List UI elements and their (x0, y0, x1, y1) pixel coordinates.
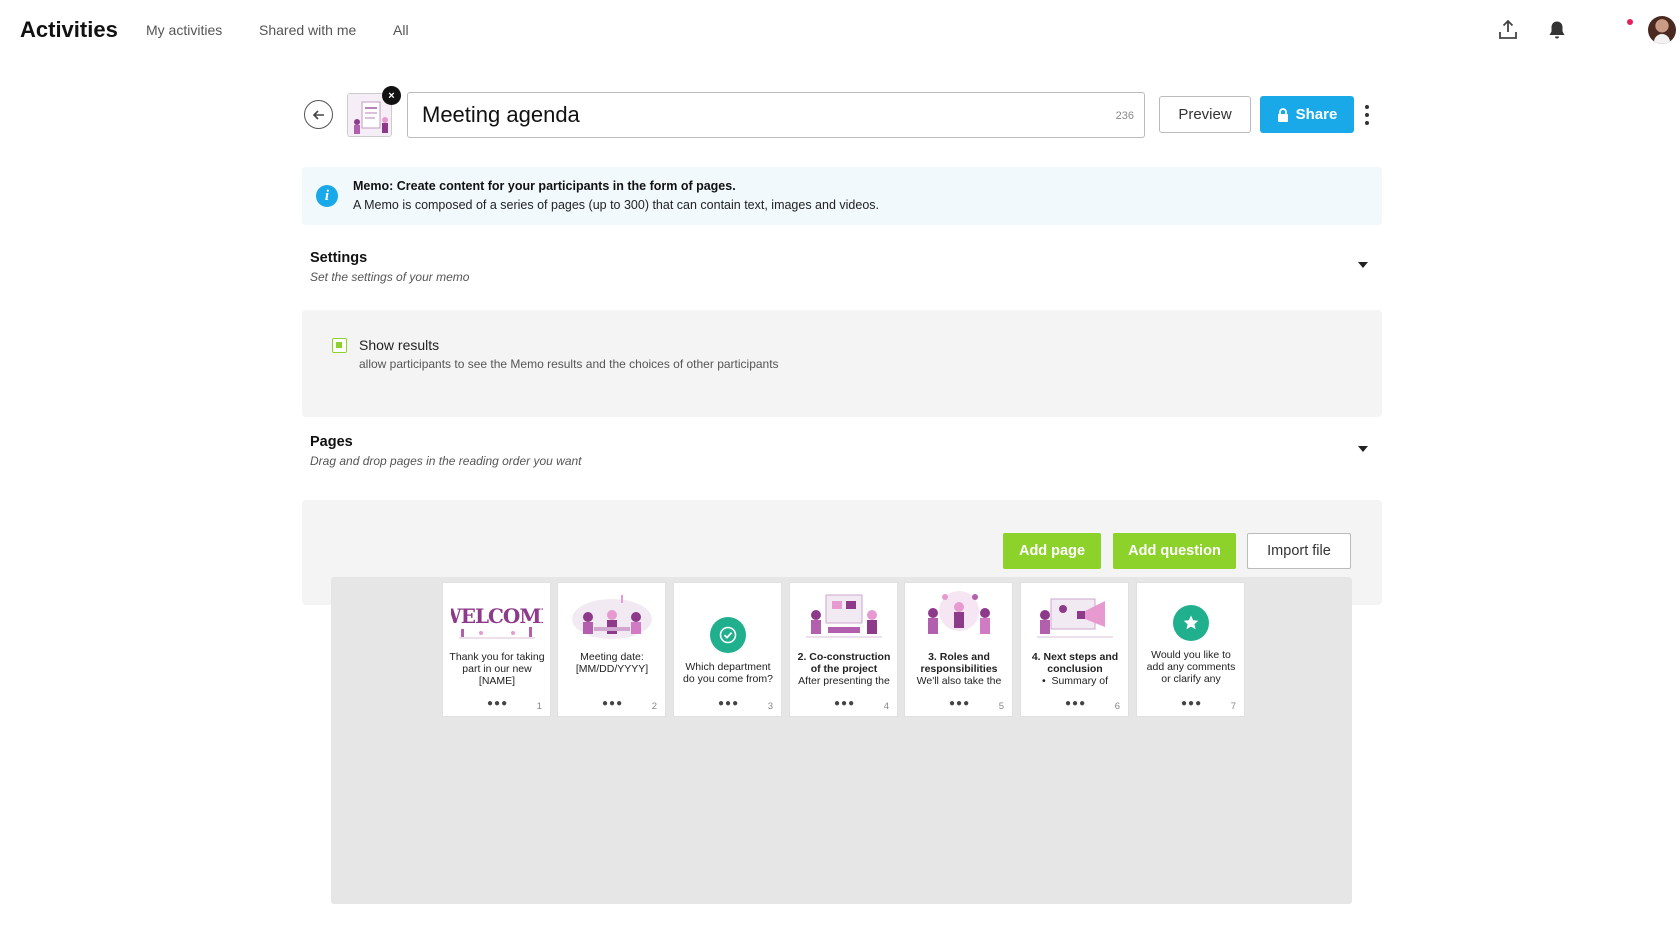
back-button[interactable] (304, 100, 333, 129)
card-number: 3 (767, 701, 773, 712)
card-menu-icon[interactable]: ●●● (487, 699, 508, 709)
info-text: A Memo is composed of a series of pages … (353, 198, 879, 212)
card-text: Meeting date: [MM/DD/YYYY] (575, 651, 649, 675)
dot (1365, 121, 1369, 125)
card-text: • Summary of (1027, 675, 1123, 687)
card-text: Which department do you come from? (683, 661, 773, 685)
title-input[interactable] (408, 93, 1144, 137)
page-card[interactable]: 4. Next steps and conclusion • Summary o… (1020, 582, 1129, 717)
show-results-checkbox[interactable] (332, 338, 347, 353)
arrow-left-icon (312, 109, 324, 120)
lock-icon (1277, 107, 1288, 122)
card-number: 1 (536, 701, 542, 712)
dot (1365, 113, 1369, 117)
meeting-illustration (572, 595, 652, 639)
add-question-button[interactable]: Add question (1113, 533, 1236, 569)
settings-panel: Show results allow participants to see t… (302, 310, 1382, 417)
card-number: 6 (1114, 701, 1120, 712)
team-illustration (928, 591, 990, 634)
chevron-down-icon (1358, 262, 1368, 268)
card-number: 7 (1230, 701, 1236, 712)
pages-subtitle: Drag and drop pages in the reading order… (310, 454, 582, 468)
card-title: 2. Co-construction of the project (797, 651, 891, 675)
page-card[interactable]: 3. Roles and responsibilities We'll also… (904, 582, 1013, 717)
share-button[interactable]: Share (1260, 96, 1354, 133)
page-card[interactable]: Which department do you come from? ●●● 3 (673, 582, 782, 717)
construction-illustration (806, 594, 882, 638)
settings-section-header[interactable]: Settings Set the settings of your memo (302, 240, 1382, 296)
card-text-value: Summary of (1051, 675, 1109, 687)
card-text: Thank you for taking part in our new [NA… (449, 651, 545, 687)
info-icon: i (316, 185, 338, 207)
char-counter: 236 (1115, 110, 1134, 122)
card-title: 3. Roles and responsibilities (920, 651, 998, 675)
card-menu-icon[interactable]: ●●● (949, 699, 970, 709)
add-page-button[interactable]: Add page (1003, 533, 1101, 569)
top-bar: Activities My activities Shared with me … (0, 0, 1680, 62)
card-menu-icon[interactable]: ●●● (834, 699, 855, 709)
remove-thumbnail-button[interactable]: × (382, 86, 401, 105)
more-options-button[interactable] (1361, 102, 1373, 128)
check-circle-icon (710, 617, 746, 653)
card-number: 4 (883, 701, 889, 712)
card-menu-icon[interactable]: ●●● (718, 699, 739, 709)
settings-subtitle: Set the settings of your memo (310, 270, 470, 284)
nav-my-activities[interactable]: My activities (146, 22, 222, 38)
settings-title: Settings (310, 250, 368, 266)
welcome-illustration: WELCOME (451, 604, 543, 639)
page-card[interactable]: WELCOME Thank you for taking part in our… (442, 582, 551, 717)
import-file-button[interactable]: Import file (1247, 533, 1351, 569)
notification-dot (1627, 19, 1633, 25)
page-card[interactable]: 2. Co-construction of the project After … (789, 582, 898, 717)
show-results-description: allow participants to see the Memo resul… (359, 357, 779, 371)
card-text: Would you like to add any comments or cl… (1146, 649, 1236, 685)
card-number: 5 (998, 701, 1004, 712)
share-label: Share (1295, 106, 1338, 123)
nav-all[interactable]: All (393, 22, 409, 38)
app-title: Activities (20, 17, 118, 42)
preview-button[interactable]: Preview (1159, 96, 1251, 133)
pages-section-header[interactable]: Pages Drag and drop pages in the reading… (302, 424, 1382, 480)
info-banner: i Memo: Create content for your particip… (302, 167, 1382, 225)
close-icon: × (388, 89, 395, 102)
card-menu-icon[interactable]: ●●● (602, 699, 623, 709)
info-title: Memo: Create content for your participan… (353, 179, 736, 193)
card-text: After presenting the (798, 675, 890, 687)
megaphone-illustration (1037, 598, 1113, 638)
page-card[interactable]: Would you like to add any comments or cl… (1136, 582, 1245, 717)
upload-icon[interactable] (1496, 18, 1520, 42)
dot (1365, 105, 1369, 109)
svg-text:WELCOME: WELCOME (451, 604, 543, 628)
title-field[interactable]: 236 (407, 92, 1145, 138)
card-menu-icon[interactable]: ●●● (1181, 699, 1202, 709)
bell-icon[interactable] (1545, 18, 1569, 42)
card-menu-icon[interactable]: ●●● (1065, 699, 1086, 709)
pages-title: Pages (310, 434, 353, 450)
card-title: 4. Next steps and conclusion (1031, 651, 1119, 675)
nav-shared-with-me[interactable]: Shared with me (259, 22, 356, 38)
chevron-down-icon (1358, 446, 1368, 452)
page-card[interactable]: Meeting date: [MM/DD/YYYY] ●●● 2 (557, 582, 666, 717)
card-text: We'll also take the (916, 675, 1002, 687)
show-results-label: Show results (359, 337, 440, 353)
card-number: 2 (651, 701, 657, 712)
star-circle-icon (1173, 605, 1209, 641)
avatar[interactable] (1648, 16, 1676, 44)
